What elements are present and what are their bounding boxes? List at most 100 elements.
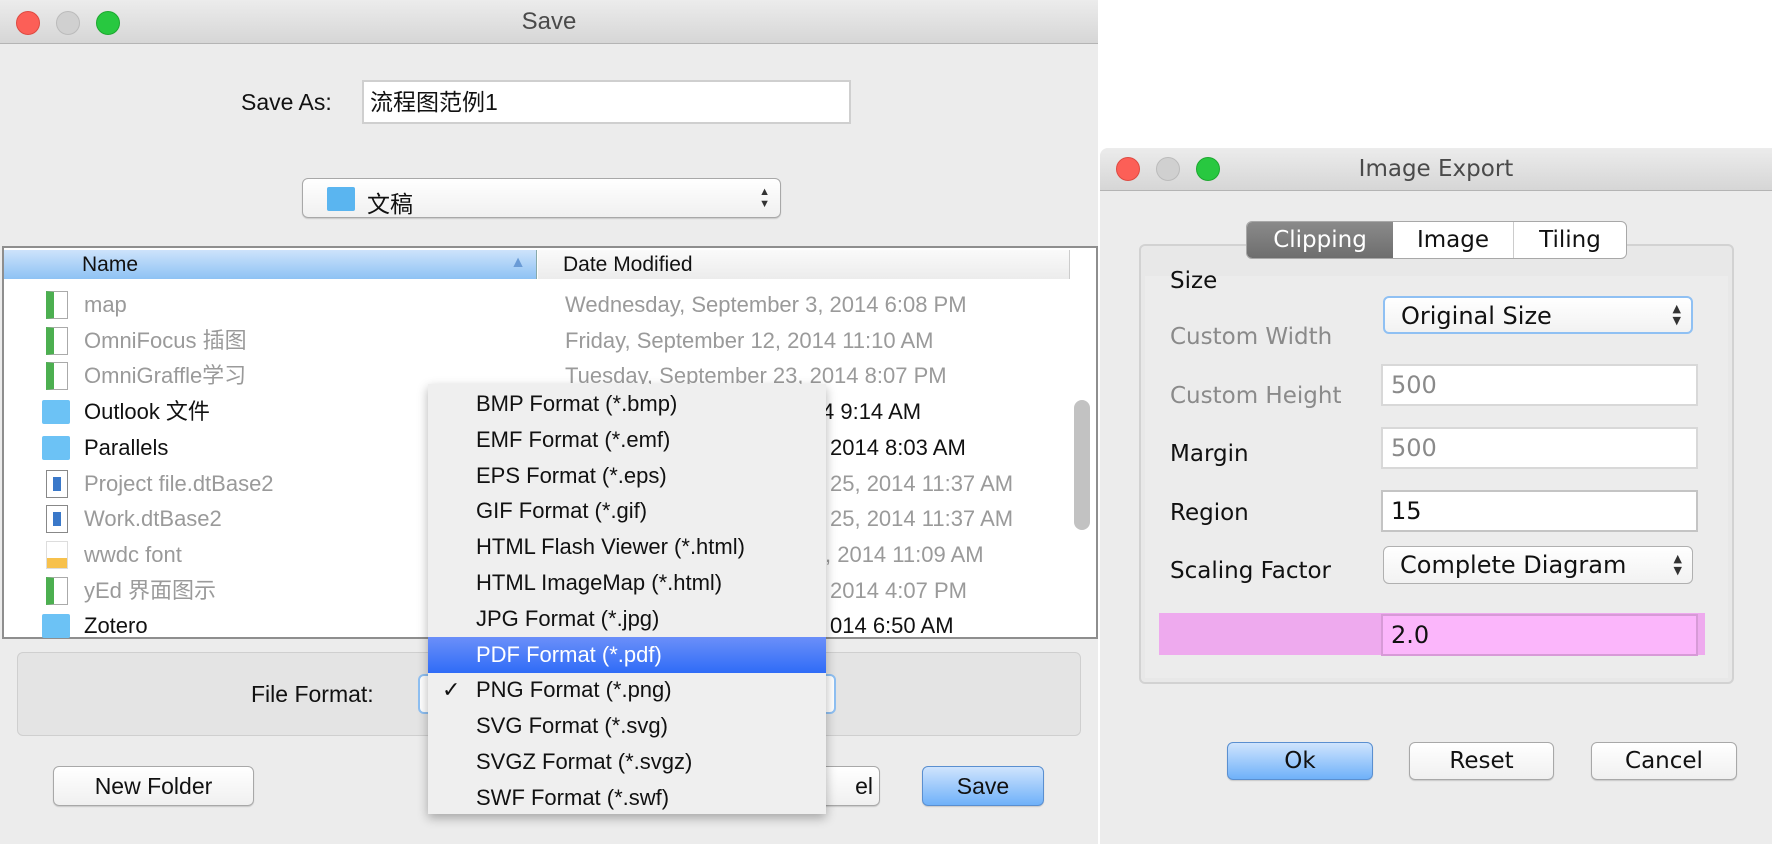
save-as-label: Save As: [241, 89, 332, 115]
column-name-label: Name [82, 253, 139, 276]
format-option-label: SWF Format (*.swf) [476, 784, 670, 810]
cancel-button[interactable]: Cancel [1591, 742, 1737, 780]
minimize-button[interactable] [56, 11, 80, 35]
file-date: 25, 2014 11:37 AM [830, 470, 1014, 496]
file-date: 2014 4:07 PM [830, 577, 967, 603]
image-export-dialog: Image Export Clipping Image Tiling Size … [1100, 148, 1772, 844]
format-option-label: HTML Flash Viewer (*.html) [476, 534, 745, 560]
custom-height-input[interactable]: 500 [1381, 427, 1698, 469]
custom-width-input[interactable]: 500 [1381, 364, 1698, 406]
scaling-factor-input[interactable]: 2.0 [1381, 614, 1698, 656]
format-option[interactable]: SVG Format (*.svg) [428, 708, 826, 744]
scrollbar[interactable] [1074, 400, 1090, 530]
file-name: OmniGraffle学习 [84, 363, 247, 389]
scaling-factor-value: 2.0 [1391, 621, 1430, 649]
file-name: Parallels [84, 434, 169, 460]
omnigraffle-file-icon [46, 326, 68, 355]
file-name: OmniFocus 插图 [84, 327, 247, 353]
format-option-label: PDF Format (*.pdf) [476, 641, 662, 667]
region-select[interactable]: Complete Diagram ▲ ▼ [1383, 546, 1693, 584]
font-file-icon [46, 540, 68, 569]
file-format-label: File Format: [251, 681, 374, 707]
updown-arrows-icon: ▲ ▼ [1672, 302, 1681, 327]
size-select[interactable]: Original Size ▲ ▼ [1383, 296, 1693, 334]
save-as-input[interactable]: 流程图范例1 [362, 80, 851, 124]
tab-tiling[interactable]: Tiling [1514, 222, 1626, 258]
file-date: 2014 8:03 AM [830, 434, 966, 460]
file-name: yEd 界面图示 [84, 577, 217, 603]
close-button[interactable] [16, 11, 40, 35]
folder-icon [42, 435, 70, 460]
format-option[interactable]: SWF Format (*.swf) [428, 780, 826, 816]
format-option[interactable]: HTML ImageMap (*.html) [428, 565, 826, 601]
format-option[interactable]: EMF Format (*.emf) [428, 422, 826, 458]
file-format-dropdown-menu: BMP Format (*.bmp) EMF Format (*.emf) EPS … [428, 384, 826, 814]
save-titlebar: Save [0, 0, 1098, 44]
format-option-label: BMP Format (*.bmp) [476, 391, 678, 416]
region-value: Complete Diagram [1400, 551, 1627, 579]
file-row[interactable]: OmniFocus 插图 Friday, September 12, 2014 1… [4, 323, 1070, 359]
zoom-button[interactable] [96, 11, 120, 35]
format-option[interactable]: BMP Format (*.bmp) [428, 386, 826, 422]
reset-button[interactable]: Reset [1409, 742, 1554, 780]
ok-button[interactable]: Ok [1227, 742, 1373, 780]
scaling-factor-label: Scaling Factor [1170, 558, 1332, 584]
tab-clipping[interactable]: Clipping [1247, 222, 1393, 258]
format-option-label: EMF Format (*.emf) [476, 426, 671, 452]
reset-label: Reset [1449, 748, 1514, 774]
file-name: Outlook 文件 [84, 399, 210, 425]
save-button[interactable]: Save [922, 766, 1044, 806]
folder-name: 文稿 [367, 191, 413, 217]
format-option[interactable]: SVGZ Format (*.svgz) [428, 744, 826, 780]
region-label: Region [1170, 500, 1249, 526]
updown-arrows-icon: ▲ ▼ [1673, 552, 1682, 577]
tab-image[interactable]: Image [1393, 222, 1514, 258]
custom-width-label: Custom Width [1170, 324, 1333, 350]
format-option[interactable]: GIF Format (*.gif) [428, 493, 826, 529]
format-option[interactable]: PDF Format (*.pdf) [428, 636, 826, 673]
file-name: Project file.dtBase2 [84, 470, 274, 496]
column-header-name[interactable]: Name ▲ [4, 250, 537, 279]
column-date-label: Date Modified [563, 253, 693, 276]
minimize-button[interactable] [1156, 157, 1180, 181]
column-header-date[interactable]: Date Modified [538, 250, 1070, 279]
cancel-label: el [855, 773, 873, 799]
tab-label: Clipping [1273, 227, 1367, 253]
margin-value: 15 [1391, 497, 1422, 525]
file-name: Zotero [84, 613, 148, 639]
file-row[interactable]: map Wednesday, September 3, 2014 6:08 PM [4, 287, 1070, 323]
format-option-label: GIF Format (*.gif) [476, 498, 648, 524]
close-button[interactable] [1116, 157, 1140, 181]
format-option[interactable]: HTML Flash Viewer (*.html) [428, 529, 826, 565]
window-title: Image Export [1358, 156, 1514, 182]
zoom-button[interactable] [1196, 157, 1220, 181]
folder-icon [327, 187, 355, 211]
format-option-label: EPS Format (*.eps) [476, 462, 667, 488]
updown-arrows-icon: ▲ ▼ [759, 186, 770, 210]
checkmark-icon: ✓ [442, 677, 461, 703]
folder-icon [42, 614, 70, 639]
custom-height-label: Custom Height [1170, 383, 1342, 409]
format-option[interactable]: EPS Format (*.eps) [428, 458, 826, 494]
save-as-value: 流程图范例1 [370, 89, 498, 115]
new-folder-label: New Folder [94, 773, 213, 799]
custom-height-value: 500 [1391, 434, 1437, 462]
tab-label: Tiling [1539, 227, 1601, 253]
format-option-label: SVGZ Format (*.svgz) [476, 749, 693, 774]
folder-popup[interactable]: 文稿 ▲ ▼ [302, 178, 781, 218]
document-icon [46, 505, 68, 534]
new-folder-button[interactable]: New Folder [53, 766, 254, 806]
format-option[interactable]: ✓ PNG Format (*.png) [428, 672, 826, 708]
ok-label: Ok [1284, 748, 1316, 774]
file-date: , 2014 11:09 AM [825, 541, 984, 567]
document-icon [46, 469, 68, 498]
format-option-label: SVG Format (*.svg) [476, 713, 668, 739]
margin-label: Margin [1170, 441, 1249, 467]
tab-bar: Clipping Image Tiling [1246, 221, 1627, 259]
custom-width-value: 500 [1391, 371, 1437, 399]
margin-input[interactable]: 15 [1381, 490, 1698, 532]
format-option-label: HTML ImageMap (*.html) [476, 570, 723, 595]
format-option[interactable]: JPG Format (*.jpg) [428, 601, 826, 637]
cancel-label: Cancel [1625, 748, 1703, 774]
file-name: map [84, 292, 127, 317]
